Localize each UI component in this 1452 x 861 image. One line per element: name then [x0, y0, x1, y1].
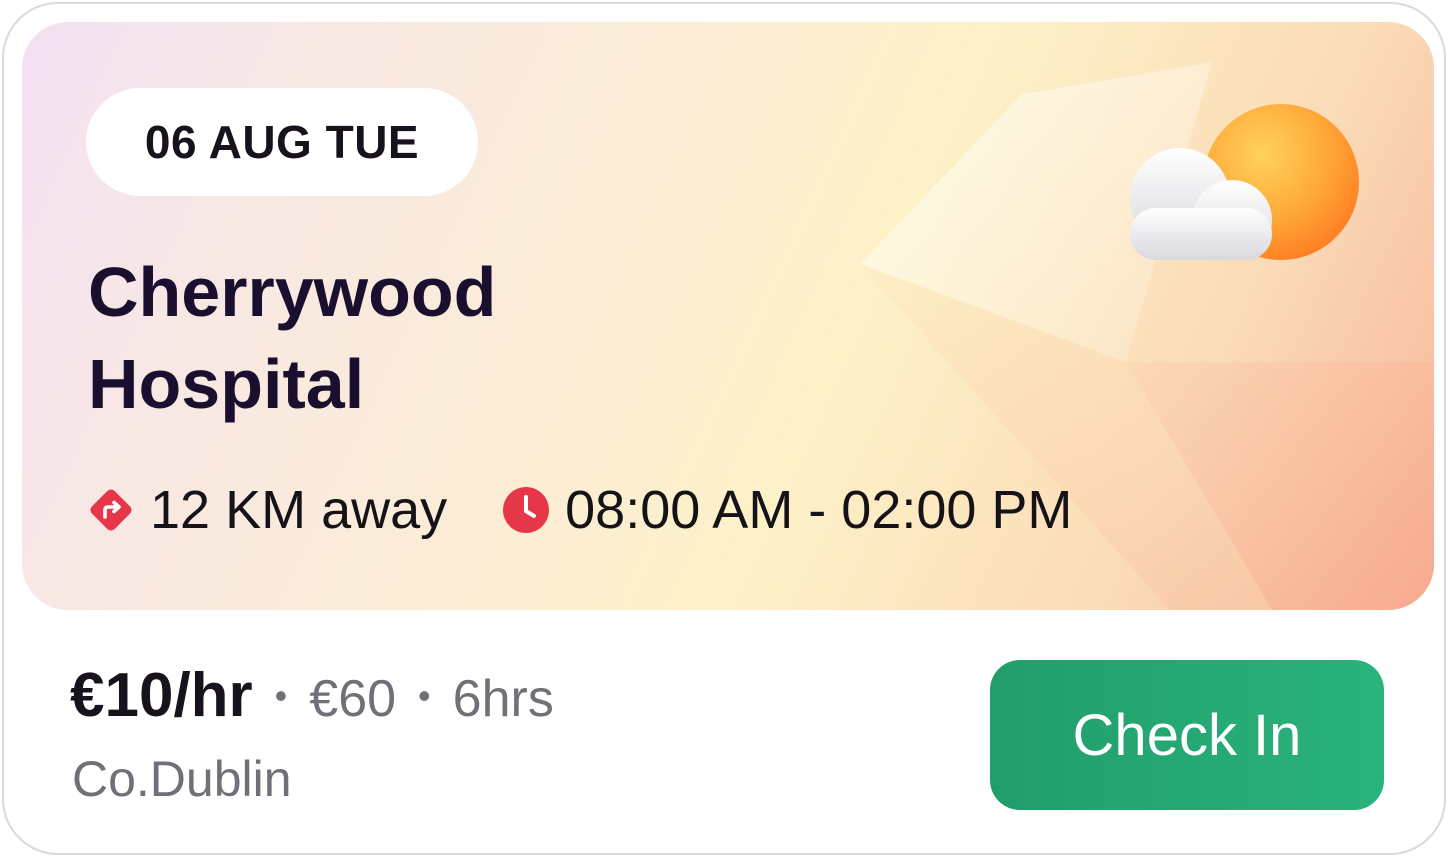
hourly-rate: €10/hr: [70, 661, 253, 730]
pay-summary: €10/hr • €60 • 6hrs: [70, 660, 554, 731]
clock-icon: [501, 485, 551, 535]
total-pay: €60: [309, 670, 397, 728]
partly-cloudy-icon: [1120, 100, 1370, 280]
time-range-text: 08:00 AM - 02:00 PM: [565, 480, 1073, 540]
shift-footer: €10/hr • €60 • 6hrs Co.Dublin Check In: [4, 610, 1444, 853]
county-label: Co.Dublin: [72, 751, 292, 807]
shift-hours: 6hrs: [452, 670, 554, 728]
date-pill: 06 AUG TUE: [86, 88, 478, 196]
location-title: Cherrywood Hospital: [88, 246, 788, 430]
shift-hero: 06 AUG TUE Cherrywood Hospital 12 KM awa…: [22, 22, 1434, 610]
title-line-2: Hospital: [88, 345, 365, 423]
separator-dot: •: [274, 675, 288, 716]
separator-dot: •: [418, 675, 431, 716]
time-info: 08:00 AM - 02:00 PM: [501, 479, 1072, 541]
shift-card[interactable]: 06 AUG TUE Cherrywood Hospital 12 KM awa…: [2, 2, 1446, 855]
title-line-1: Cherrywood: [88, 253, 497, 331]
shift-meta: 12 KM away 08:00 AM - 02:00 PM: [86, 478, 1072, 542]
check-in-button[interactable]: Check In: [990, 660, 1384, 810]
distance-info: 12 KM away: [86, 479, 447, 541]
directions-icon: [86, 485, 136, 535]
distance-text: 12 KM away: [150, 480, 448, 540]
